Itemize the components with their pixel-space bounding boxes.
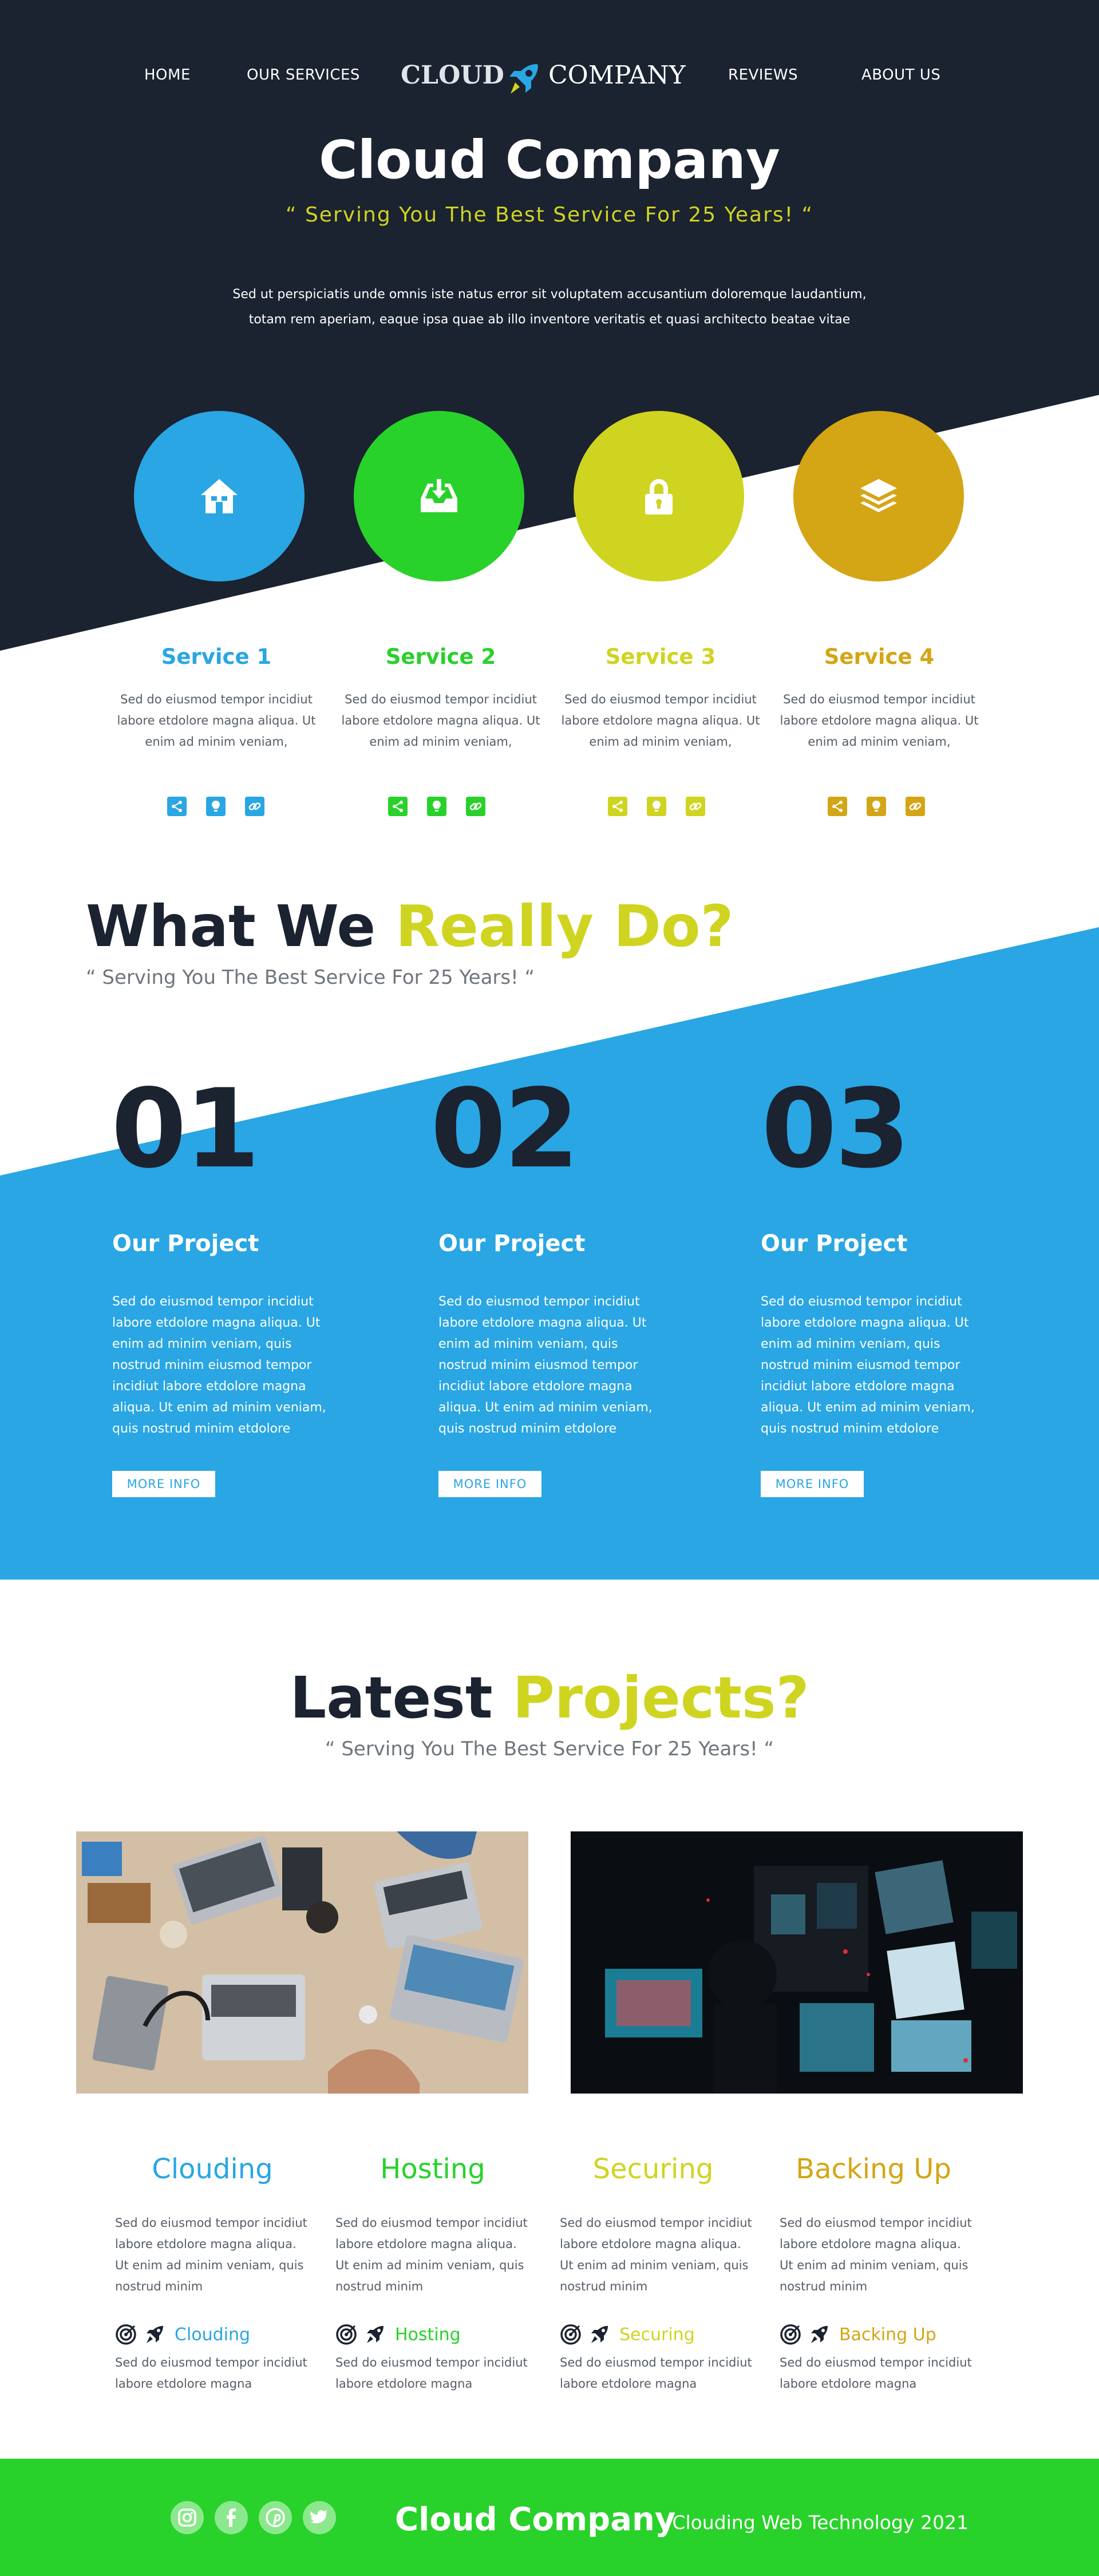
- feature-backing-up-text-2: Sed do eiusmod tempor incidiut labore et…: [780, 2356, 972, 2391]
- feature-row-label: Securing: [619, 2325, 695, 2345]
- link-icon[interactable]: [906, 797, 925, 816]
- footer-brand: Cloud Company: [395, 2501, 676, 2538]
- lightbulb-icon[interactable]: [647, 797, 666, 816]
- home-icon: [201, 479, 238, 513]
- feature-securing-text-2: Sed do eiusmod tempor incidiut labore et…: [560, 2356, 752, 2391]
- project-1-text: Sed do eiusmod tempor incidiut labore et…: [112, 1295, 326, 1436]
- feature-securing-title: Securing: [592, 2153, 714, 2185]
- latest-heading-dark: Latest: [290, 1664, 493, 1731]
- what-we-do-heading: What We Really Do?: [86, 893, 734, 960]
- feature-clouding-text-2: Sed do eiusmod tempor incidiut labore et…: [115, 2356, 307, 2391]
- project-3-number: 03: [761, 1066, 910, 1192]
- project-1-more-info-button[interactable]: MORE INFO: [112, 1471, 215, 1497]
- link-icon[interactable]: [245, 797, 264, 816]
- feature-row-label: Clouding: [175, 2325, 251, 2345]
- project-2-text: Sed do eiusmod tempor incidiut labore et…: [438, 1295, 653, 1436]
- hero-paragraph-line2: totam rem aperiam, eaque ipsa quae ab il…: [248, 312, 851, 327]
- project-3-title: Our Project: [761, 1230, 908, 1257]
- latest-projects-heading: Latest Projects?: [0, 1664, 1099, 1731]
- nav-services-link[interactable]: OUR SERVICES: [247, 66, 360, 84]
- service-1-text: Sed do eiusmod tempor incidiut labore et…: [117, 693, 316, 749]
- target-icon: [560, 2324, 582, 2348]
- layers-icon: [860, 479, 897, 512]
- share-icon[interactable]: [388, 797, 408, 816]
- project-3-more-info-button[interactable]: MORE INFO: [761, 1471, 864, 1497]
- feature-backing-up-text: Sed do eiusmod tempor incidiut labore et…: [780, 2216, 972, 2293]
- service-3-title: Service 3: [605, 644, 716, 669]
- lock-icon: [645, 479, 673, 515]
- hero-title: Cloud Company: [319, 129, 780, 191]
- project-3-text: Sed do eiusmod tempor incidiut labore et…: [761, 1295, 975, 1436]
- latest-projects-tagline: “ Serving You The Best Service For 25 Ye…: [325, 1738, 774, 1760]
- feature-hosting-text: Sed do eiusmod tempor incidiut labore et…: [335, 2216, 528, 2293]
- link-icon[interactable]: [466, 797, 485, 816]
- lightbulb-icon[interactable]: [206, 797, 226, 816]
- lightbulb-icon[interactable]: [427, 797, 446, 816]
- instagram-icon[interactable]: [171, 2501, 204, 2534]
- desk-with-laptops-photo[interactable]: [76, 1831, 528, 2094]
- nav-about-link[interactable]: ABOUT US: [861, 66, 940, 84]
- feature-hosting-text-2: Sed do eiusmod tempor incidiut labore et…: [335, 2356, 528, 2391]
- feature-securing-text: Sed do eiusmod tempor incidiut labore et…: [560, 2216, 752, 2293]
- what-we-do-tagline: “ Serving You The Best Service For 25 Ye…: [86, 966, 535, 989]
- rocket-icon: [588, 2324, 610, 2348]
- latest-heading-accent: Projects?: [512, 1664, 809, 1731]
- target-icon: [780, 2324, 801, 2348]
- share-icon[interactable]: [608, 797, 627, 816]
- feature-row-label: Backing Up: [839, 2325, 936, 2345]
- neon-screens-photo[interactable]: [571, 1831, 1023, 2094]
- what-we-do-heading-accent: Really Do?: [395, 893, 734, 960]
- footer-subtitle: - Clouding Web Technology 2021: [659, 2511, 968, 2534]
- service-2-text: Sed do eiusmod tempor incidiut labore et…: [341, 693, 540, 749]
- share-icon[interactable]: [167, 797, 187, 816]
- target-icon: [335, 2324, 357, 2348]
- hero-tagline: “ Serving You The Best Service For 25 Ye…: [285, 203, 814, 227]
- feature-clouding-text: Sed do eiusmod tempor incidiut labore et…: [115, 2216, 307, 2293]
- project-1-number: 01: [111, 1066, 260, 1192]
- project-1-title: Our Project: [112, 1230, 259, 1257]
- logo-text-right: COMPANY: [548, 61, 686, 90]
- service-2-circle[interactable]: [354, 411, 524, 581]
- hero-paragraph-line1: Sed ut perspiciatis unde omnis iste natu…: [232, 287, 867, 302]
- target-icon: [115, 2324, 137, 2348]
- inbox-download-icon: [421, 479, 457, 512]
- twitter-icon[interactable]: [303, 2501, 336, 2534]
- service-1-circle[interactable]: [134, 411, 305, 581]
- feature-hosting-title: Hosting: [380, 2153, 485, 2185]
- nav-home-link[interactable]: HOME: [144, 66, 191, 84]
- rocket-icon: [144, 2324, 165, 2348]
- service-4-text: Sed do eiusmod tempor incidiut labore et…: [780, 693, 979, 749]
- project-2-number: 02: [430, 1066, 579, 1192]
- rocket-icon: [364, 2324, 386, 2348]
- service-4-title: Service 4: [824, 644, 935, 669]
- rocket-icon: [808, 2324, 830, 2348]
- service-4-circle[interactable]: [793, 411, 964, 581]
- service-2-title: Service 2: [385, 644, 496, 669]
- what-we-do-heading-dark: What We: [86, 893, 376, 960]
- facebook-icon[interactable]: [215, 2501, 248, 2534]
- rocket-icon: [509, 64, 538, 94]
- feature-backing-up-title: Backing Up: [796, 2153, 951, 2185]
- link-icon[interactable]: [686, 797, 705, 816]
- feature-row-label: Hosting: [395, 2325, 461, 2345]
- share-icon[interactable]: [828, 797, 847, 816]
- feature-clouding-title: Clouding: [152, 2153, 273, 2185]
- nav-reviews-link[interactable]: REVIEWS: [728, 66, 798, 84]
- project-2-title: Our Project: [438, 1230, 586, 1257]
- pinterest-icon[interactable]: [259, 2501, 292, 2534]
- service-3-circle[interactable]: [574, 411, 744, 581]
- lightbulb-icon[interactable]: [867, 797, 886, 816]
- logo-text-left: CLOUD: [401, 61, 504, 90]
- service-1-title: Service 1: [161, 644, 272, 669]
- project-2-more-info-button[interactable]: MORE INFO: [438, 1471, 541, 1497]
- service-3-text: Sed do eiusmod tempor incidiut labore et…: [561, 693, 760, 749]
